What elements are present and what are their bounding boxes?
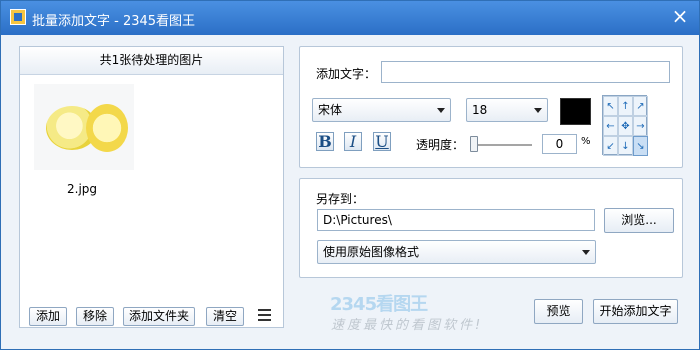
font-family-value: 宋体 xyxy=(318,103,343,117)
top-left-icon[interactable]: ↖ xyxy=(603,96,618,116)
image-format-value: 使用原始图像格式 xyxy=(323,245,420,259)
browse-button[interactable]: 浏览... xyxy=(604,208,674,233)
add-image-button[interactable]: 添加 xyxy=(29,307,67,326)
save-path-input[interactable]: D:\Pictures\ xyxy=(317,209,595,231)
chevron-down-icon xyxy=(582,250,590,255)
bold-button[interactable]: B xyxy=(316,132,334,151)
save-to-label: 另存到： xyxy=(316,192,365,206)
italic-button[interactable]: I xyxy=(344,132,362,151)
remove-image-button[interactable]: 移除 xyxy=(76,307,114,326)
brand-logo: 2345看图王 xyxy=(330,294,428,315)
app-icon xyxy=(10,9,26,25)
center-icon[interactable]: ✥ xyxy=(618,116,633,136)
image-count-header: 共1张待处理的图片 xyxy=(20,47,283,75)
add-text-label: 添加文字： xyxy=(316,67,377,81)
bottom-center-icon[interactable]: ↓ xyxy=(618,136,633,156)
list-view-icon[interactable] xyxy=(258,309,271,321)
bottom-left-icon[interactable]: ↙ xyxy=(603,136,618,156)
chevron-down-icon xyxy=(534,108,542,113)
middle-right-icon[interactable]: → xyxy=(633,116,648,136)
text-color-picker[interactable] xyxy=(560,98,591,125)
top-right-icon[interactable]: ↗ xyxy=(633,96,648,116)
opacity-input[interactable]: 0 xyxy=(542,134,577,154)
close-button[interactable]: × xyxy=(669,6,691,28)
start-add-text-button[interactable]: 开始添加文字 xyxy=(593,299,678,324)
window-title: 批量添加文字 - 2345看图王 xyxy=(32,14,196,29)
text-settings-group: 添加文字： 宋体 18 B I U 透明度： 0 % ↖ ↑ ↗ ← ✥ → ↙… xyxy=(299,46,683,168)
text-position-grid: ↖ ↑ ↗ ← ✥ → ↙ ↓ ↘ xyxy=(602,95,648,156)
image-list-panel: 共1张待处理的图片 2.jpg 添加 移除 添加文件夹 清空 xyxy=(19,46,284,328)
opacity-slider-track[interactable] xyxy=(472,144,532,146)
image-thumbnail[interactable] xyxy=(34,84,134,170)
brand-watermark: 2345看图王 速度最快的看图软件! xyxy=(330,290,505,336)
title-bar: 批量添加文字 - 2345看图王 × xyxy=(1,1,699,35)
chevron-down-icon xyxy=(437,108,445,113)
image-format-select[interactable]: 使用原始图像格式 xyxy=(317,240,596,264)
opacity-label: 透明度： xyxy=(416,138,465,152)
opacity-slider-handle[interactable] xyxy=(470,136,478,152)
underline-button[interactable]: U xyxy=(373,132,391,151)
save-settings-group: 另存到： D:\Pictures\ 浏览... 使用原始图像格式 xyxy=(299,178,683,278)
bottom-right-icon[interactable]: ↘ xyxy=(633,136,648,156)
lemon-slice-image xyxy=(86,104,128,152)
top-center-icon[interactable]: ↑ xyxy=(618,96,633,116)
clear-button[interactable]: 清空 xyxy=(206,307,244,326)
preview-button[interactable]: 预览 xyxy=(534,299,583,324)
brand-slogan: 速度最快的看图软件! xyxy=(331,318,484,333)
add-text-input[interactable] xyxy=(381,61,670,83)
add-folder-button[interactable]: 添加文件夹 xyxy=(123,307,195,326)
opacity-unit: % xyxy=(581,136,591,147)
image-list-toolbar: 添加 移除 添加文件夹 清空 xyxy=(20,303,283,327)
middle-left-icon[interactable]: ← xyxy=(603,116,618,136)
font-size-value: 18 xyxy=(472,103,488,117)
font-family-select[interactable]: 宋体 xyxy=(312,98,451,122)
batch-add-text-window: 批量添加文字 - 2345看图王 × 共1张待处理的图片 2.jpg 添加 移除… xyxy=(0,0,700,350)
image-filename: 2.jpg xyxy=(67,182,98,196)
font-size-select[interactable]: 18 xyxy=(466,98,548,122)
